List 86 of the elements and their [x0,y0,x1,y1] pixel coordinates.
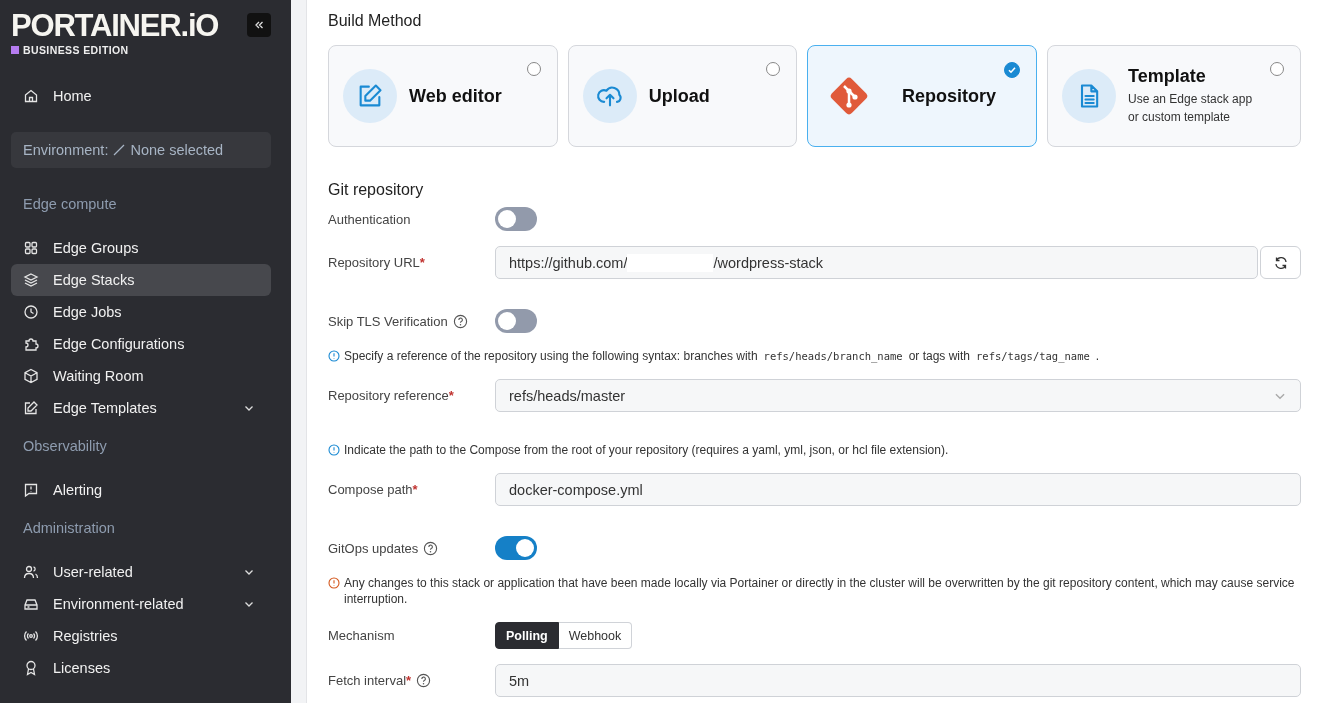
required-asterisk: * [448,388,454,403]
help-icon[interactable] [423,540,439,556]
alert-icon [23,482,39,498]
checkmark-icon [1007,65,1017,75]
edition-label: BUSINESS EDITION [23,44,129,56]
section-title: Git repository [328,180,424,199]
section-title: Administration [22,519,116,538]
input-field[interactable]: https://github.com/ /wordpress-stack [495,246,1258,279]
nav-item[interactable]: Edge Groups [11,232,271,264]
field-label: Authentication [328,211,411,227]
edit-icon [23,400,39,416]
field-label: Repository reference [328,388,449,403]
award-icon [23,660,39,676]
select-field[interactable]: refs/heads/master [495,379,1301,412]
field-label: Fetch interval [328,673,407,688]
nav-item[interactable]: Alerting [11,474,271,506]
edit-icon [343,69,397,123]
refresh-icon [1272,254,1289,271]
radio-button[interactable] [526,62,541,76]
nav-item[interactable]: Environment-related [11,588,271,620]
users-icon [23,564,39,580]
card-title: Upload [648,85,710,107]
radio-button[interactable] [1270,62,1284,76]
document-icon [1062,69,1116,123]
card-title: Template [1128,66,1207,87]
nav-item[interactable]: Registries [11,620,271,652]
input-field[interactable]: docker-compose.yml [495,473,1301,506]
nav-item[interactable]: Edge Configurations [11,328,271,360]
logo: PORTAINER.iO [11,10,219,41]
required-asterisk: * [419,255,425,270]
environment-label: Environment: [23,142,109,158]
refresh-button[interactable] [1260,246,1301,279]
section-title: Edge compute [22,195,118,214]
field-label: Skip TLS Verification [328,313,448,329]
nav-item[interactable]: Edge Stacks [11,264,271,296]
collapse-sidebar-button[interactable] [247,13,271,37]
home-icon [23,88,39,104]
grid-icon [23,240,39,256]
info-text: Specify a reference of the repository using the following syntax: branches with refs/heads/branch_name or tags with refs/tags/tag_name . [344,348,1100,364]
field-label: Compose path [328,482,413,497]
info-icon [328,444,340,456]
toggle-switch[interactable] [495,207,537,231]
help-icon[interactable] [452,313,468,329]
card-description: Use an Edge stack app or custom template [1128,91,1254,126]
environment-selector[interactable]: Environment: None selected [11,132,271,168]
help-icon[interactable] [416,673,432,688]
warning-text: Any changes to this stack or application that have been made locally via Portainer or directly in the cluster will be overwritten by the git repository content, which may cause service interruption. [344,575,1296,607]
nav-item[interactable]: Home [11,80,271,112]
edition-square-icon [11,46,19,54]
build-method-card[interactable]: Upload [567,45,798,147]
puzzle-icon [23,336,39,352]
card-title: Web editor [409,85,502,107]
required-asterisk: * [406,673,412,688]
nav-item[interactable]: Waiting Room [11,360,271,392]
toggle-switch[interactable] [495,309,537,333]
info-icon [328,350,340,362]
layers-icon [23,272,39,288]
nav-item[interactable]: Licenses [11,652,271,684]
section-title: Observability [22,437,108,456]
warning-icon [328,577,340,589]
build-method-card[interactable]: Template Use an Edge stack app or custom template [1047,45,1301,147]
required-asterisk: * [412,482,418,497]
info-text: Indicate the path to the Compose from the root of your repository (requires a yaml, yml, json, or hcl file extension). [344,442,949,458]
card-title: Repository [901,85,996,107]
radio-button[interactable] [1004,62,1020,78]
build-method-card[interactable]: Repository [807,45,1037,147]
field-label: Mechanism [328,628,395,643]
nav-item[interactable]: Edge Templates [11,392,271,424]
slash-icon [112,143,127,157]
double-chevron-left-icon [253,19,265,31]
nav-item[interactable]: Edge Jobs [11,296,271,328]
cube-icon [23,368,39,384]
cloud-upload-icon [582,69,637,123]
segment-button[interactable]: Polling [495,622,559,649]
build-method-card[interactable]: Web editor [328,45,558,147]
radio-button[interactable] [766,62,781,76]
drive-icon [23,596,39,612]
nav-item[interactable]: User-related [11,556,271,588]
input-field[interactable]: 5m [495,664,1301,697]
field-label: Repository URL [328,255,420,270]
field-label: GitOps updates [328,540,419,556]
segment-button[interactable]: Webhook [558,622,633,649]
section-title: Build Method [328,12,423,30]
clock-icon [23,304,39,320]
toggle-switch[interactable] [495,536,537,560]
environment-value: None selected [130,142,224,158]
